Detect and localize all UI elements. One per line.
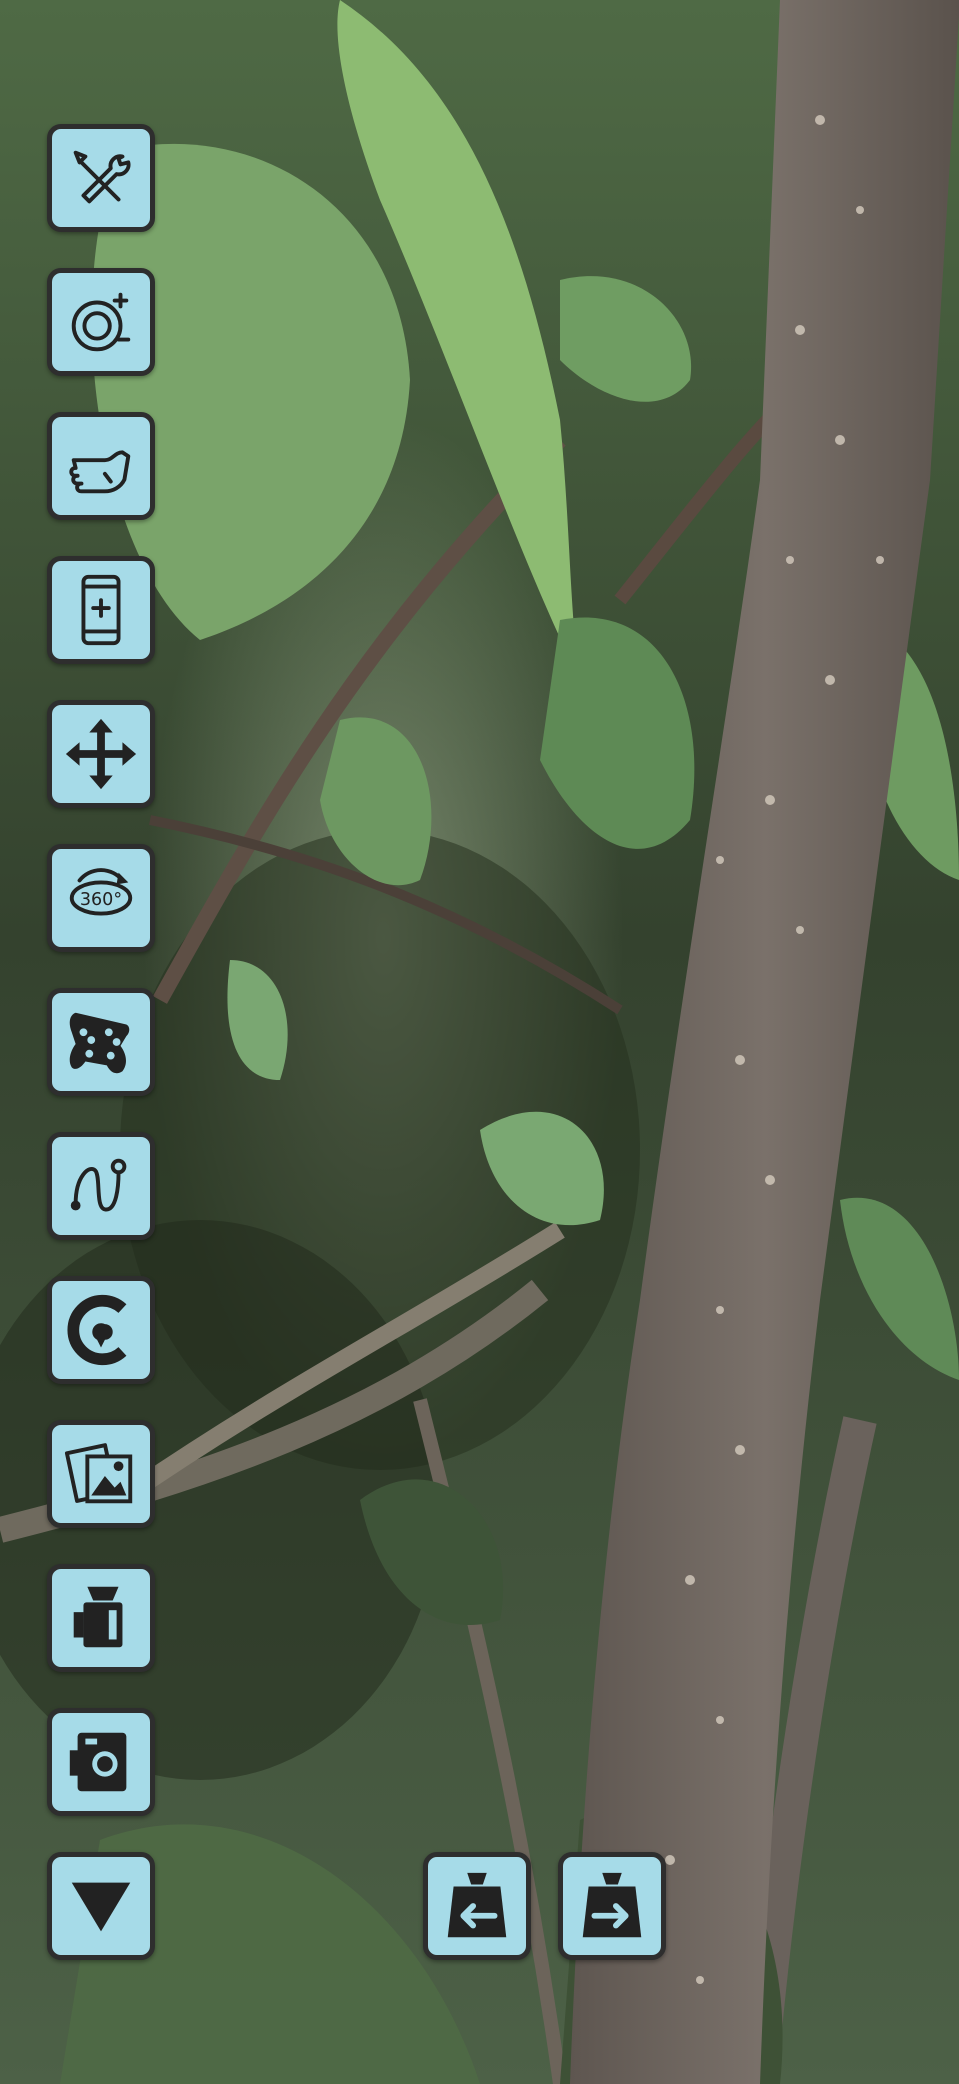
compass-c-icon (67, 1294, 127, 1366)
rotate-360-label: 360° (80, 890, 122, 910)
gamepad-icon (69, 1012, 130, 1074)
photo-camera-button[interactable] (47, 1708, 155, 1816)
compass-button[interactable] (47, 1276, 155, 1384)
collapse-button[interactable] (47, 1852, 155, 1960)
gamepad-button[interactable] (47, 988, 155, 1096)
phone-mount-button[interactable] (47, 556, 155, 664)
weight-arrow-right-icon (582, 1872, 642, 1938)
rotate-360-icon: 360° (69, 868, 133, 916)
video-camera-icon (73, 1586, 123, 1648)
move-arrows-icon (65, 718, 137, 790)
zoom-button[interactable] (47, 268, 155, 376)
photo-camera-icon (69, 1732, 127, 1792)
triangle-down-icon (71, 1882, 131, 1932)
gallery-icon (64, 1443, 133, 1504)
gallery-button[interactable] (47, 1420, 155, 1528)
rotate-360-button[interactable]: 360° (47, 844, 155, 952)
move-button[interactable] (47, 700, 155, 808)
zoom-lens-icon (71, 292, 131, 352)
path-button[interactable] (47, 1132, 155, 1240)
settings-button[interactable] (47, 124, 155, 232)
weight-left-button[interactable] (423, 1852, 531, 1960)
hand-touch-icon (69, 450, 131, 494)
video-camera-button[interactable] (47, 1564, 155, 1672)
touch-button[interactable] (47, 412, 155, 520)
weight-arrow-left-icon (447, 1872, 507, 1938)
weight-right-button[interactable] (558, 1852, 666, 1960)
tools-icon (73, 150, 131, 204)
phone-add-icon (81, 574, 121, 646)
route-path-icon (70, 1158, 127, 1212)
